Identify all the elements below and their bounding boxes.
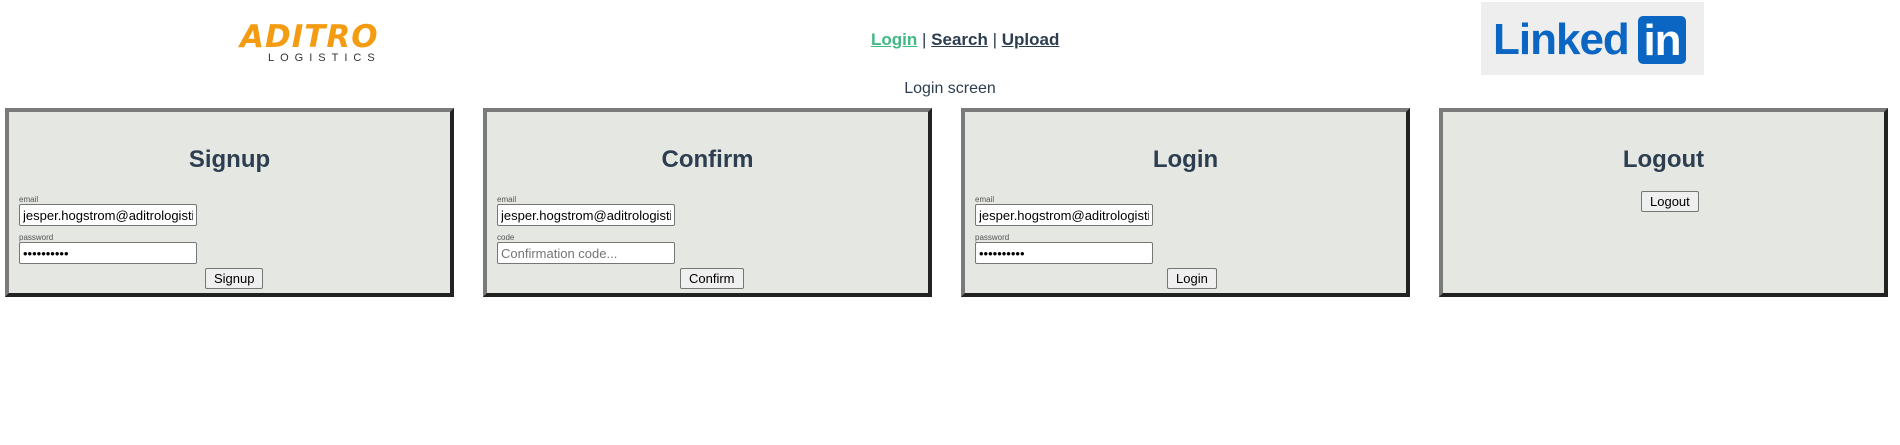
login-button[interactable]: Login <box>1167 268 1217 289</box>
signup-password-field[interactable] <box>19 242 197 264</box>
login-password-field[interactable] <box>975 242 1153 264</box>
signup-button[interactable]: Signup <box>205 268 264 289</box>
linkedin-wordmark: Linked <box>1493 15 1630 64</box>
nav-link-upload[interactable]: Upload <box>1002 30 1060 49</box>
login-title: Login <box>1152 146 1219 173</box>
login-email-label: email <box>975 195 995 204</box>
linkedin-logo: Linked in <box>1481 2 1704 75</box>
logout-button[interactable]: Logout <box>1641 191 1699 212</box>
linkedin-in-icon: in <box>1638 16 1686 65</box>
nav-link-login[interactable]: Login <box>871 30 917 49</box>
confirm-title: Confirm <box>661 146 754 173</box>
header: ADITRO LOGISTICS Login | Search | Upload… <box>0 0 1900 80</box>
login-password-label: password <box>975 233 1010 242</box>
confirm-code-label: code <box>497 233 515 242</box>
confirm-email-label: email <box>497 195 517 204</box>
confirm-code-field[interactable] <box>497 242 675 264</box>
signup-title: Signup <box>188 146 271 173</box>
signup-password-label: password <box>19 233 54 242</box>
aditro-logistics-logo: ADITRO LOGISTICS <box>240 20 378 66</box>
signup-panel: Signup email password Signup <box>5 108 454 297</box>
nav-separator: | <box>992 30 998 49</box>
nav-link-search[interactable]: Search <box>931 30 988 49</box>
logout-title: Logout <box>1622 146 1705 173</box>
logo-subtitle: LOGISTICS <box>268 52 381 64</box>
logout-panel: Logout Logout <box>1439 108 1888 297</box>
confirm-button[interactable]: Confirm <box>680 268 744 289</box>
signup-email-field[interactable] <box>19 204 197 226</box>
confirm-email-field[interactable] <box>497 204 675 226</box>
login-email-field[interactable] <box>975 204 1153 226</box>
confirm-panel: Confirm email code Confirm <box>483 108 932 297</box>
logo-wordmark: ADITRO <box>240 19 379 55</box>
signup-email-label: email <box>19 195 39 204</box>
page-subtitle: Login screen <box>904 80 996 97</box>
login-panel: Login email password Login <box>961 108 1410 297</box>
top-nav: Login | Search | Upload <box>871 30 1059 50</box>
nav-separator: | <box>922 30 927 49</box>
